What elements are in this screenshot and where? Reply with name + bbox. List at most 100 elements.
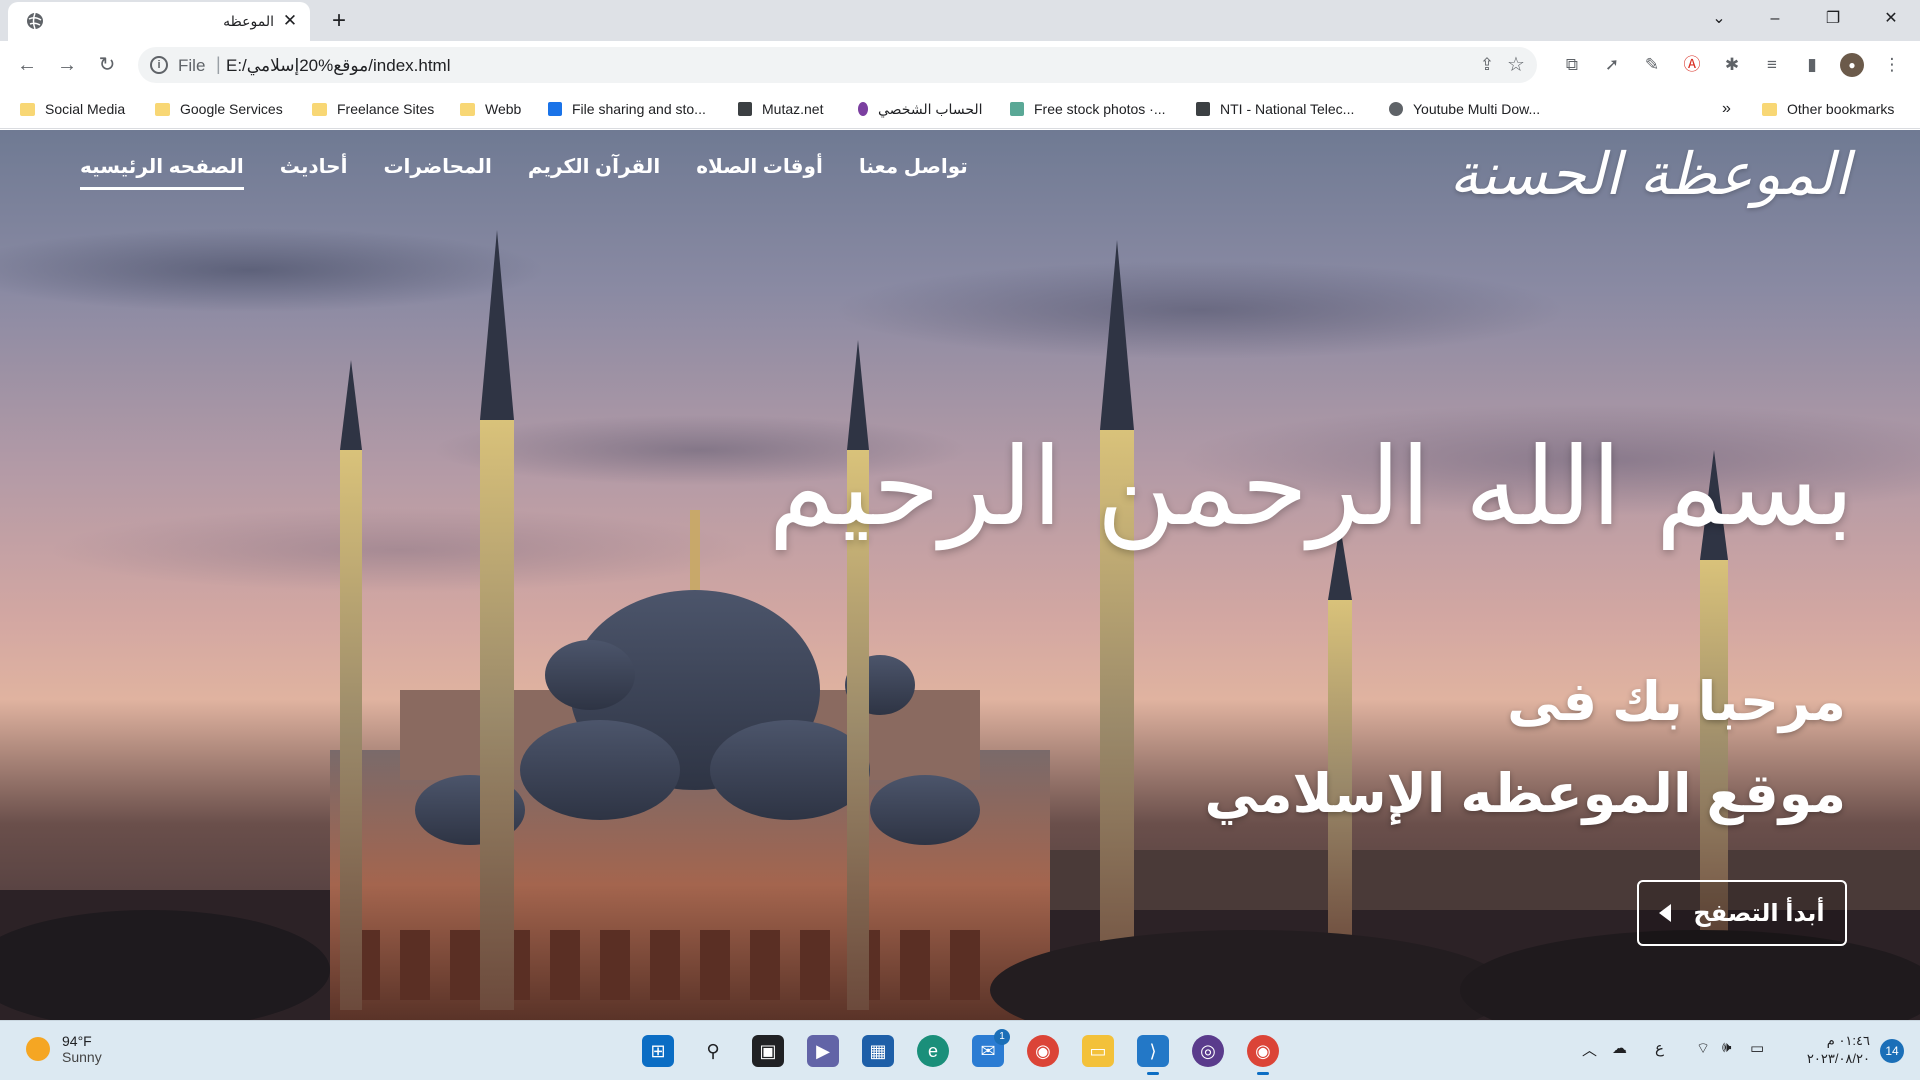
side-panel-icon[interactable]: ▮ <box>1800 53 1824 77</box>
search-icon[interactable]: ⚲ <box>697 1035 729 1067</box>
start-windows-icon[interactable]: ⊞ <box>642 1035 674 1067</box>
file-explorer-icon[interactable]: ▭ <box>1082 1035 1114 1067</box>
bookmark-label: Youtube Multi Dow... <box>1413 101 1541 117</box>
bookmark-item[interactable]: Google Services <box>155 98 283 120</box>
folder-icon <box>460 102 475 116</box>
folder-icon <box>155 102 170 116</box>
sun-icon <box>26 1037 50 1061</box>
wifi-icon[interactable]: ⌔ <box>1696 1039 1710 1058</box>
nav-item-hadith[interactable]: أحاديث <box>280 154 348 190</box>
start-browsing-button[interactable]: أبدأ التصفح <box>1637 880 1847 946</box>
onedrive-cloud-icon[interactable]: ☁ <box>1612 1039 1627 1057</box>
site-logo[interactable]: الموعظة الحسنة <box>1449 140 1850 208</box>
bookmark-label: Google Services <box>180 101 283 117</box>
weather-condition: Sunny <box>62 1049 102 1065</box>
bookmark-item[interactable]: Webb <box>460 98 521 120</box>
windows-taskbar: 94°F Sunny ⊞ ⚲ ▣ ▶ ▦ e ✉ 1 ◉ ▭ ⟩ ◎ ◉ ︿ ☁… <box>0 1020 1920 1080</box>
mail-icon[interactable]: ✉ 1 <box>972 1029 1010 1067</box>
bookmarks-overflow-button[interactable]: » <box>1722 98 1731 120</box>
other-bookmarks-label: Other bookmarks <box>1787 101 1895 117</box>
reading-list-icon[interactable]: ≡ <box>1760 53 1784 77</box>
url-text[interactable]: E:/موقع%20إسلامي/index.html <box>226 56 451 76</box>
nav-item-contact[interactable]: تواصل معنا <box>859 154 968 190</box>
browser-tab[interactable]: الموعظه ✕ <box>8 2 310 41</box>
folder-icon <box>312 102 327 116</box>
bookmark-label: Webb <box>485 101 522 117</box>
nav-item-quran[interactable]: القرآن الكريم <box>528 154 660 190</box>
bookmark-label: Free stock photos ·... <box>1034 101 1166 117</box>
translate-extension-icon[interactable]: ⧉ <box>1560 53 1584 77</box>
bookmark-item[interactable]: Youtube Multi Dow... <box>1389 98 1540 120</box>
bookmark-item[interactable]: Free stock photos ·... <box>1010 98 1166 120</box>
bookmarks-bar: Social Media Google Services Freelance S… <box>0 89 1920 129</box>
basmala-calligraphy: بسم الله الرحمن الرحيم <box>768 425 1854 550</box>
nav-item-lectures[interactable]: المحاضرات <box>383 154 491 190</box>
mail-badge: 1 <box>994 1029 1010 1045</box>
bookmark-item[interactable]: NTI - National Telec... <box>1196 98 1354 120</box>
url-separator: | <box>216 54 221 74</box>
new-tab-button[interactable]: + <box>325 7 353 35</box>
bookmark-item[interactable]: Freelance Sites <box>312 98 434 120</box>
welcome-heading-line1: مرحبا بك فى <box>1507 672 1846 732</box>
tray-overflow-chevron-icon[interactable]: ︿ <box>1582 1039 1597 1060</box>
extension-arrow-icon[interactable]: ➚ <box>1600 53 1624 77</box>
tab-search-icon[interactable]: ⌄ <box>1690 0 1748 41</box>
browser-toolbar: ← → ↻ i File | E:/موقع%20إسلامي/index.ht… <box>0 41 1920 89</box>
extensions-puzzle-icon[interactable]: ✱ <box>1720 53 1744 77</box>
browser-tab-strip: الموعظه ✕ + ⌄ – ❐ ✕ <box>0 0 1920 41</box>
bookmark-star-icon[interactable]: ☆ <box>1505 54 1527 76</box>
bookmark-label: Freelance Sites <box>337 101 435 117</box>
tab-close-icon[interactable]: ✕ <box>280 11 300 31</box>
url-scheme: File <box>178 56 206 75</box>
system-clock[interactable]: ٠١:٤٦ م ٢٠٢٣/٠٨/٢٠ <box>1807 1032 1870 1068</box>
github-desktop-icon[interactable]: ◎ <box>1192 1035 1224 1067</box>
chrome-icon[interactable]: ◉ <box>1027 1035 1059 1067</box>
close-window-button[interactable]: ✕ <box>1862 0 1920 41</box>
forward-arrow-icon[interactable]: → <box>52 50 82 80</box>
bookmark-item[interactable]: File sharing and sto... <box>548 98 706 120</box>
weather-temp: 94°F <box>62 1033 92 1049</box>
mutaz-icon <box>738 102 752 116</box>
account-icon <box>858 102 868 116</box>
bookmark-label: NTI - National Telec... <box>1220 101 1355 117</box>
keyboard-language[interactable]: ع <box>1655 1039 1664 1057</box>
main-nav: الصفحه الرئيسيه أحاديث المحاضرات القرآن … <box>80 154 968 190</box>
menu-kebab-icon[interactable]: ⋮ <box>1880 53 1904 77</box>
teams-chat-icon[interactable]: ▶ <box>807 1035 839 1067</box>
extension-tool-icon[interactable]: ✎ <box>1640 53 1664 77</box>
nav-item-home[interactable]: الصفحه الرئيسيه <box>80 154 244 190</box>
stock-photos-icon <box>1010 102 1024 116</box>
vscode-icon[interactable]: ⟩ <box>1137 1035 1169 1075</box>
weather-widget[interactable]: 94°F Sunny <box>26 1033 102 1065</box>
minimize-button[interactable]: – <box>1746 0 1804 41</box>
other-bookmarks[interactable]: Other bookmarks <box>1762 98 1894 120</box>
battery-icon[interactable]: ▭ <box>1750 1039 1764 1057</box>
globe-icon <box>27 12 43 30</box>
folder-icon <box>1762 102 1777 116</box>
address-bar[interactable]: i File | E:/موقع%20إسلامي/index.html ⇪ ☆ <box>138 47 1537 83</box>
notification-count-badge[interactable]: 14 <box>1880 1039 1904 1063</box>
mosque-background-image <box>0 230 1920 1020</box>
bookmark-item[interactable]: Mutaz.net <box>738 98 823 120</box>
nti-icon <box>1196 102 1210 116</box>
task-view-icon[interactable]: ▣ <box>752 1035 784 1067</box>
reload-icon[interactable]: ↻ <box>92 50 122 80</box>
nav-item-prayer-times[interactable]: أوقات الصلاه <box>696 154 823 190</box>
extension-a-icon[interactable]: Ⓐ <box>1680 53 1704 77</box>
bookmark-item[interactable]: Social Media <box>20 98 125 120</box>
filesharing-icon <box>548 102 562 116</box>
edge-browser-icon[interactable]: e <box>917 1035 949 1067</box>
microsoft-store-icon[interactable]: ▦ <box>862 1035 894 1067</box>
restore-button[interactable]: ❐ <box>1804 0 1862 41</box>
back-arrow-icon[interactable]: ← <box>12 50 42 80</box>
volume-icon[interactable]: 🕪 <box>1722 1039 1731 1056</box>
globe-icon <box>1389 102 1403 116</box>
bookmark-label: File sharing and sto... <box>572 101 706 117</box>
profile-avatar[interactable]: ● <box>1840 53 1864 77</box>
bookmark-label: الحساب الشخصي <box>878 100 983 117</box>
bookmark-label: Mutaz.net <box>762 101 824 117</box>
share-icon[interactable]: ⇪ <box>1477 55 1497 75</box>
info-icon[interactable]: i <box>150 56 168 74</box>
chrome-profile-icon[interactable]: ◉ <box>1247 1035 1279 1075</box>
bookmark-item[interactable]: الحساب الشخصي <box>858 98 983 120</box>
